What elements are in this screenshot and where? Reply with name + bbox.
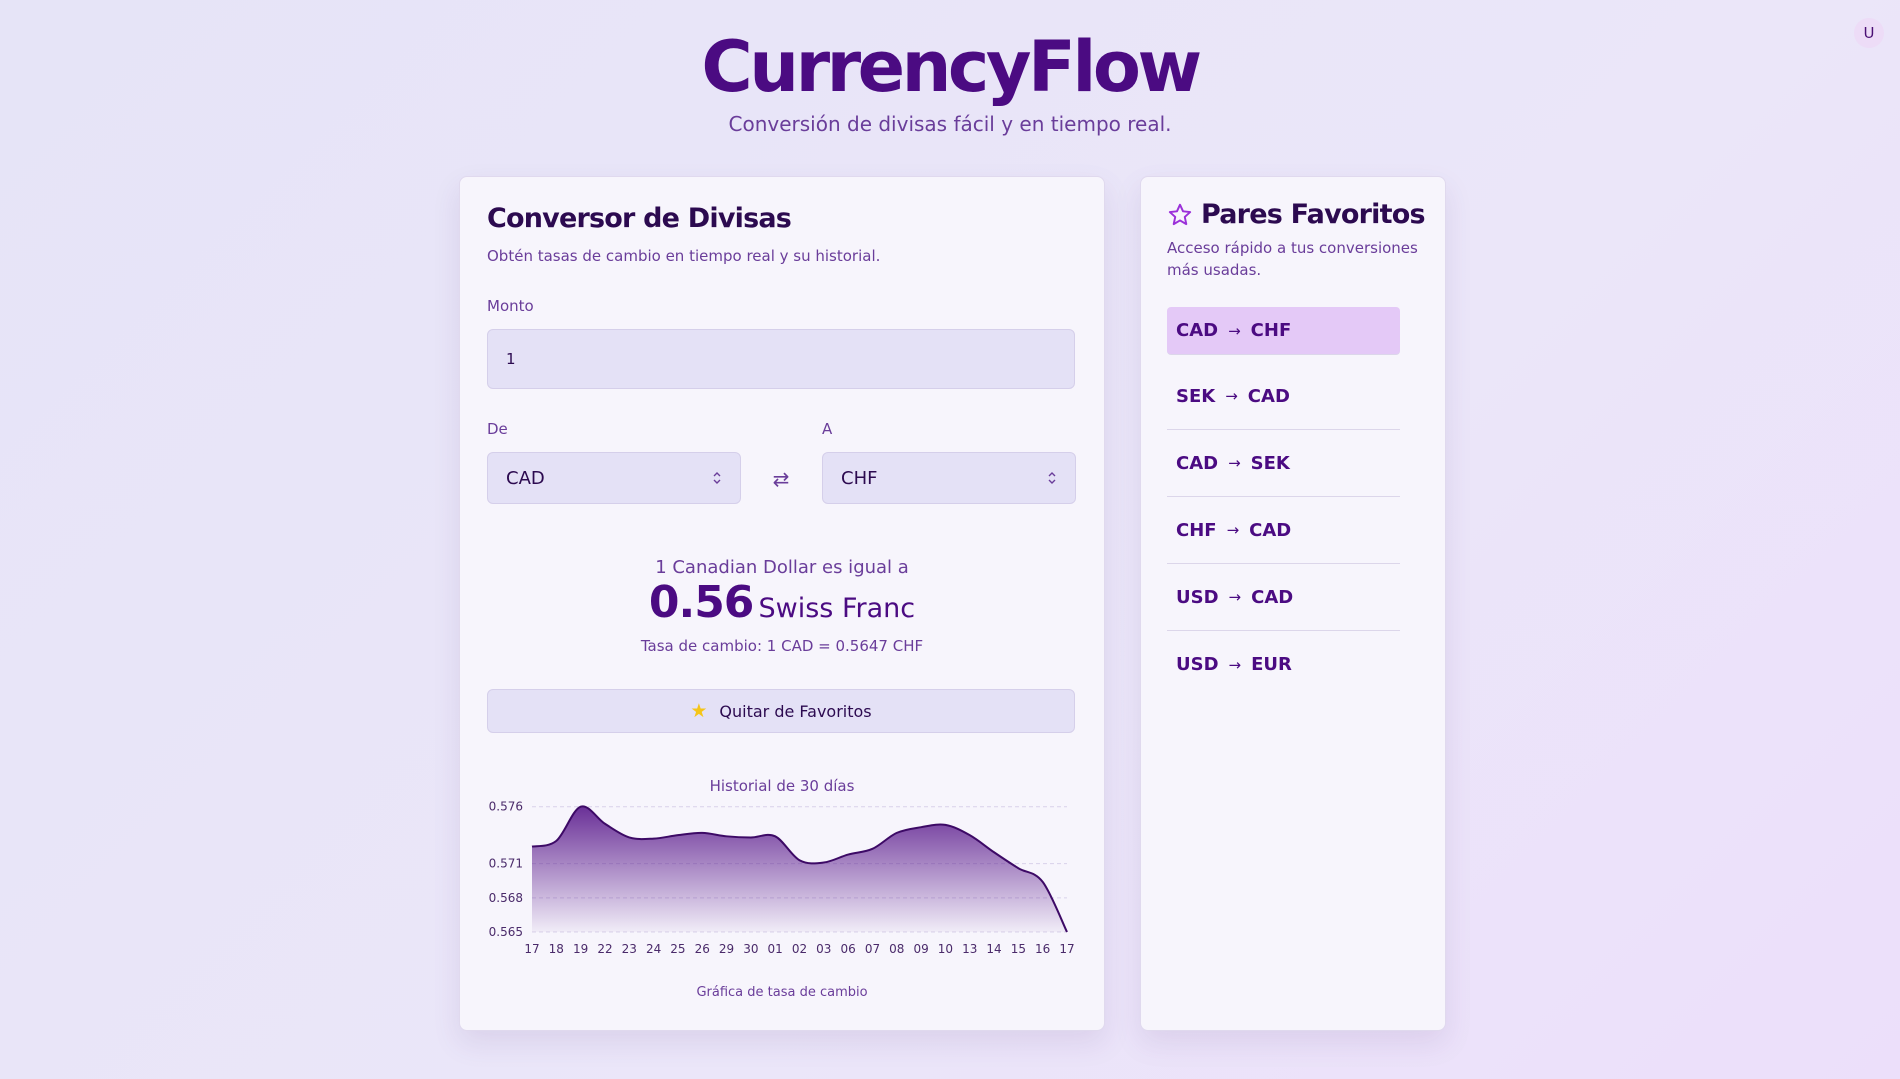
- pair-to: CAD: [1249, 519, 1292, 541]
- x-tick-label: 13: [962, 942, 977, 956]
- result-description: 1 Canadian Dollar es igual a: [655, 557, 909, 578]
- pair-from: USD: [1176, 586, 1219, 608]
- favorite-pair-item[interactable]: CAD → CHF: [1167, 307, 1400, 355]
- remove-favorite-button[interactable]: ★ Quitar de Favoritos: [487, 689, 1075, 733]
- x-tick-label: 26: [695, 942, 710, 956]
- x-tick-label: 19: [573, 942, 588, 956]
- amount-input[interactable]: [487, 329, 1075, 389]
- from-currency-value: CAD: [506, 467, 545, 489]
- pair-to: CAD: [1247, 385, 1290, 407]
- favorite-pair-item[interactable]: CHF → CAD: [1167, 497, 1400, 564]
- x-tick-label: 29: [719, 942, 734, 956]
- pair-to: CAD: [1251, 586, 1294, 608]
- app-subtitle: Conversión de divisas fácil y en tiempo …: [728, 112, 1172, 136]
- favorites-header: Pares Favoritos: [1167, 199, 1426, 230]
- favorites-title: Pares Favoritos: [1201, 199, 1426, 230]
- arrow-right-icon: →: [1228, 454, 1241, 472]
- y-tick-label: 0.565: [489, 925, 523, 939]
- favorite-pair-item[interactable]: USD → CAD: [1167, 564, 1400, 631]
- x-tick-label: 15: [1011, 942, 1026, 956]
- select-chevron-icon: [1048, 472, 1056, 484]
- favorite-pair-item[interactable]: CAD → SEK: [1167, 430, 1400, 497]
- from-label: De: [487, 420, 508, 438]
- x-tick-label: 16: [1035, 942, 1050, 956]
- x-tick-label: 14: [986, 942, 1001, 956]
- x-tick-label: 25: [670, 942, 685, 956]
- to-currency-value: CHF: [841, 467, 878, 489]
- x-tick-label: 09: [913, 942, 928, 956]
- to-currency-select[interactable]: CHF: [822, 452, 1076, 504]
- pair-from: CAD: [1176, 452, 1219, 474]
- favorite-pairs-list: CAD → CHF SEK → CAD CAD → SEK CHF → CAD …: [1167, 307, 1400, 698]
- x-tick-label: 08: [889, 942, 904, 956]
- converter-description: Obtén tasas de cambio en tiempo real y s…: [487, 247, 881, 265]
- app-title: CurrencyFlow: [701, 26, 1202, 108]
- remove-favorite-label: Quitar de Favoritos: [719, 701, 872, 721]
- pair-from: USD: [1176, 654, 1219, 675]
- arrow-right-icon: →: [1226, 521, 1240, 539]
- chart-area: [532, 806, 1067, 932]
- converter-title: Conversor de Divisas: [487, 203, 792, 234]
- x-tick-label: 01: [768, 942, 783, 956]
- x-tick-label: 17: [524, 942, 539, 956]
- star-icon: ★: [690, 700, 708, 722]
- swap-icon: ⇄: [772, 467, 790, 491]
- arrow-right-icon: →: [1228, 655, 1242, 674]
- favorites-card: Pares Favoritos Acceso rápido a tus conv…: [1140, 176, 1446, 1031]
- result-amount: 0.56 Swiss Franc: [460, 577, 1104, 628]
- y-tick-label: 0.568: [489, 891, 523, 905]
- pair-to: EUR: [1251, 654, 1292, 675]
- favorite-pair-item[interactable]: SEK → CAD: [1167, 363, 1400, 430]
- result-unit: Swiss Franc: [758, 593, 916, 624]
- pair-to: SEK: [1250, 452, 1290, 474]
- x-tick-label: 10: [938, 942, 953, 956]
- x-tick-label: 07: [865, 942, 880, 956]
- amount-label: Monto: [487, 297, 534, 315]
- x-tick-label: 02: [792, 942, 807, 956]
- swap-currencies-button[interactable]: ⇄: [768, 466, 794, 492]
- x-tick-label: 22: [597, 942, 612, 956]
- x-tick-label: 30: [743, 942, 758, 956]
- history-chart: 0.5760.5710.5680.56517 18 19 22 23 24 25 26 29 30…: [489, 800, 1075, 956]
- pair-to: CHF: [1250, 320, 1292, 341]
- y-tick-label: 0.576: [489, 800, 523, 814]
- chart-caption: Gráfica de tasa de cambio: [696, 985, 868, 1000]
- favorite-pair-item[interactable]: USD → EUR: [1167, 631, 1400, 698]
- star-outline-icon: [1168, 203, 1192, 225]
- x-tick-label: 17: [1059, 942, 1074, 956]
- exchange-rate-text: Tasa de cambio: 1 CAD = 0.5647 CHF: [640, 637, 924, 655]
- x-tick-label: 03: [816, 942, 831, 956]
- to-label: A: [822, 420, 833, 438]
- favorites-description: Acceso rápido a tus conversiones más usa…: [1167, 239, 1418, 279]
- converter-card: Conversor de Divisas Obtén tasas de camb…: [459, 176, 1105, 1031]
- arrow-right-icon: →: [1228, 588, 1242, 606]
- result-value: 0.56: [648, 577, 755, 628]
- pair-from: CHF: [1176, 519, 1217, 541]
- pair-from: CAD: [1176, 320, 1219, 341]
- arrow-right-icon: →: [1225, 387, 1238, 405]
- x-tick-label: 23: [622, 942, 637, 956]
- select-chevron-icon: [713, 472, 721, 484]
- x-tick-label: 24: [646, 942, 661, 956]
- arrow-right-icon: →: [1228, 321, 1241, 340]
- y-tick-label: 0.571: [489, 857, 523, 871]
- from-currency-select[interactable]: CAD: [487, 452, 741, 504]
- x-tick-label: 06: [840, 942, 855, 956]
- pair-from: SEK: [1176, 385, 1216, 407]
- x-tick-label: 18: [549, 942, 564, 956]
